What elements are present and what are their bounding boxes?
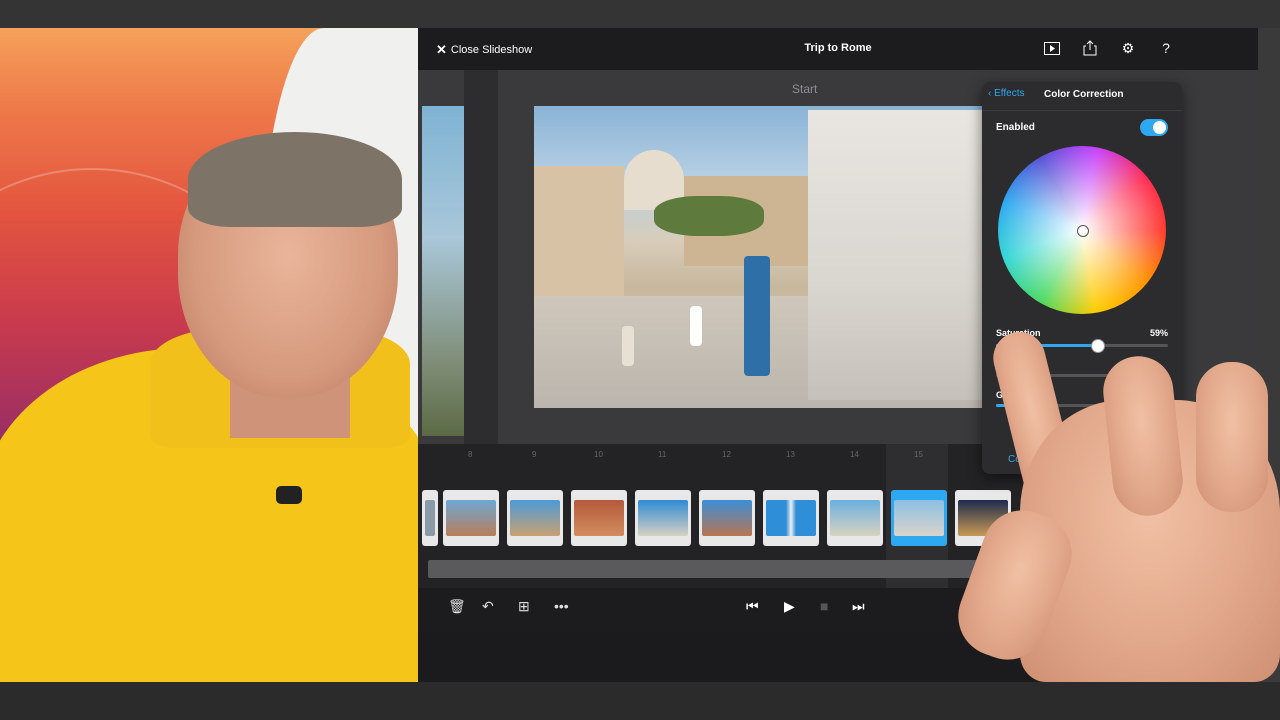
toggle-knob	[1153, 121, 1166, 134]
presenter-finger	[1196, 362, 1268, 512]
slide-thumbnail[interactable]	[635, 490, 691, 546]
popover-title: Color Correction	[1044, 89, 1124, 100]
presenter-hair	[188, 132, 402, 227]
skip-forward-icon[interactable]: ⏭	[852, 598, 865, 615]
ruler-tick: 15	[914, 450, 923, 459]
ruler-tick: 13	[786, 450, 795, 459]
slide-thumbnail[interactable]	[699, 490, 755, 546]
toolbar-icons: ⚙ ?	[1042, 38, 1176, 58]
app-toolbar: ✕ Close Slideshow Trip to Rome ⚙ ?	[418, 28, 1258, 70]
slide-thumbnail-selected[interactable]	[891, 490, 947, 546]
ruler-tick: 10	[594, 450, 603, 459]
previous-slide-preview[interactable]	[422, 106, 464, 436]
undo-icon[interactable]: ↶	[482, 598, 494, 615]
effects-back-button[interactable]: ‹ Effects	[988, 88, 1025, 99]
more-icon[interactable]: •••	[554, 598, 569, 614]
color-wheel-picker[interactable]	[1077, 225, 1089, 237]
photo-tourist	[744, 256, 770, 376]
saturation-slider-knob[interactable]	[1091, 339, 1106, 353]
photo-tourist	[690, 306, 702, 346]
enabled-label: Enabled	[996, 122, 1035, 133]
effects-back-label: Effects	[994, 88, 1025, 99]
skip-back-icon[interactable]: ⏮	[746, 598, 759, 615]
slide-thumbnail[interactable]	[443, 490, 499, 546]
slide-thumbnail[interactable]	[422, 490, 438, 546]
ruler-tick: 11	[658, 450, 667, 459]
stop-icon[interactable]: ■	[820, 598, 828, 614]
popover-header: ‹ Effects Color Correction	[982, 82, 1182, 111]
ruler-tick: 9	[532, 450, 537, 459]
photo-trees	[654, 196, 764, 236]
add-slide-icon[interactable]: ⊞	[518, 598, 530, 615]
color-wheel[interactable]	[998, 146, 1166, 314]
start-label: Start	[792, 82, 818, 96]
trash-icon[interactable]: 🗑	[448, 598, 466, 615]
photo-tourist	[622, 326, 634, 366]
slide-thumbnail[interactable]	[507, 490, 563, 546]
play-icon[interactable]: ▶	[784, 598, 795, 615]
enabled-toggle[interactable]	[1140, 119, 1168, 136]
photo-monument	[808, 110, 998, 400]
slide-thumbnail[interactable]	[571, 490, 627, 546]
ruler-tick: 14	[850, 450, 859, 459]
slide-thumbnail[interactable]	[827, 490, 883, 546]
video-letterbox-bottom	[0, 682, 1280, 720]
help-icon[interactable]: ?	[1156, 38, 1176, 58]
ruler-tick: 8	[468, 450, 473, 459]
share-icon[interactable]	[1080, 38, 1100, 58]
preview-divider	[464, 70, 498, 450]
saturation-value: 59%	[1149, 328, 1168, 338]
ruler-tick: 12	[722, 450, 731, 459]
video-letterbox-top	[0, 0, 1280, 28]
lapel-mic	[276, 486, 302, 504]
slide-thumbnail[interactable]	[763, 490, 819, 546]
gear-icon[interactable]: ⚙	[1118, 38, 1138, 58]
presenter-video	[0, 28, 418, 682]
play-preview-icon[interactable]	[1042, 38, 1062, 58]
